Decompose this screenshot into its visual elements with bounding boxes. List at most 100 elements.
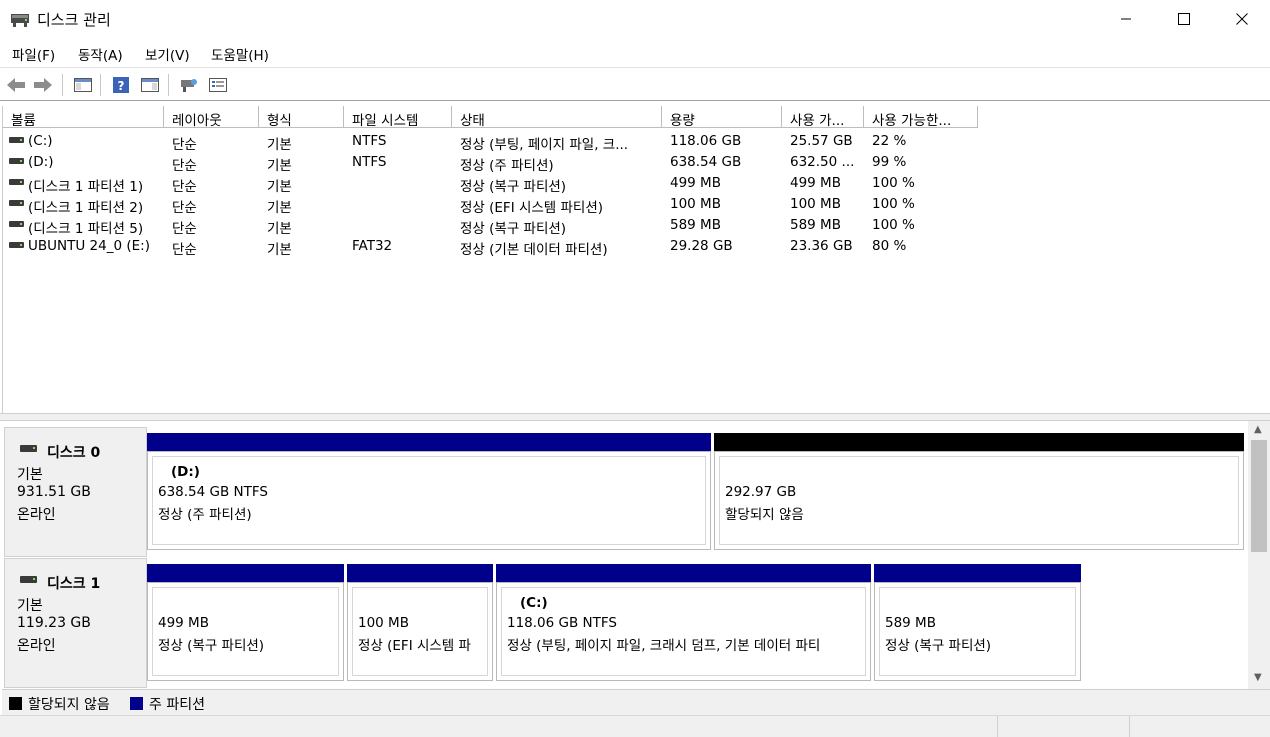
- partition-unallocated[interactable]: 292.97 GB 할당되지 않음: [714, 433, 1244, 550]
- help-button[interactable]: ?: [110, 74, 132, 96]
- disk-1-label[interactable]: 디스크 1 기본 119.23 GB 온라인: [4, 558, 147, 688]
- partition-status: 정상 (복구 파티션): [158, 638, 265, 654]
- partition-bar: [147, 564, 344, 582]
- volume-free-space: 499 MB: [790, 175, 841, 191]
- partition-size: 589 MB: [885, 615, 936, 631]
- drive-icon: [9, 221, 24, 227]
- disk-name: 디스크 1: [47, 576, 101, 592]
- partition-bar: [347, 564, 493, 582]
- legend-swatch-unallocated: [9, 697, 22, 710]
- status-segment: [1129, 716, 1270, 737]
- volume-layout: 단순: [172, 137, 197, 153]
- partition-c[interactable]: (C:) 118.06 GB NTFS 정상 (부팅, 페이지 파일, 크래시 …: [496, 564, 871, 681]
- volume-row[interactable]: (디스크 1 파티션 1) 단순 기본 정상 (복구 파티션) 499 MB 4…: [3, 173, 1270, 195]
- menu-action[interactable]: 동작(A): [78, 44, 123, 64]
- volume-layout: 단순: [172, 242, 197, 258]
- partition-body: (D:) 638.54 GB NTFS 정상 (주 파티션): [147, 451, 711, 550]
- column-header-free-space[interactable]: 사용 가...: [782, 106, 864, 128]
- volume-status: 정상 (복구 파티션): [460, 221, 567, 237]
- volume-capacity: 100 MB: [670, 196, 721, 212]
- volume-type: 기본: [267, 179, 292, 195]
- volume-row[interactable]: (C:) 단순 기본 NTFS 정상 (부팅, 페이지 파일, 크... 118…: [3, 131, 1270, 153]
- toolbar-separator: [62, 74, 63, 96]
- help-icon: ?: [113, 77, 129, 93]
- column-header-volume[interactable]: 볼륨: [3, 106, 164, 128]
- properties-button[interactable]: [207, 74, 229, 96]
- volume-filesystem: NTFS: [352, 154, 387, 170]
- volume-free-space: 632.50 ...: [790, 154, 855, 170]
- column-header-type[interactable]: 형식: [259, 106, 344, 128]
- volume-type: 기본: [267, 200, 292, 216]
- scroll-up-icon[interactable]: ▲: [1254, 424, 1262, 435]
- partition-inner: (C:) 118.06 GB NTFS 정상 (부팅, 페이지 파일, 크래시 …: [501, 587, 866, 676]
- scroll-thumb[interactable]: [1251, 440, 1267, 552]
- maximize-button[interactable]: [1155, 0, 1213, 38]
- partition-body: 589 MB 정상 (복구 파티션): [874, 582, 1081, 681]
- volume-type: 기본: [267, 221, 292, 237]
- back-icon: [7, 78, 25, 92]
- volume-name: (디스크 1 파티션 1): [28, 179, 144, 195]
- status-segment: [997, 716, 1129, 737]
- disk-size: 931.51 GB: [17, 484, 91, 500]
- forward-button[interactable]: [32, 74, 54, 96]
- partition-d[interactable]: (D:) 638.54 GB NTFS 정상 (주 파티션): [147, 433, 711, 550]
- partition-inner: 292.97 GB 할당되지 않음: [719, 456, 1239, 545]
- menu-view[interactable]: 보기(V): [145, 44, 190, 64]
- connect-icon: [181, 79, 197, 92]
- connect-button[interactable]: [178, 74, 200, 96]
- partition-status: 할당되지 않음: [725, 507, 804, 523]
- partition-recovery-5[interactable]: 589 MB 정상 (복구 파티션): [874, 564, 1081, 681]
- disk-management-icon: [10, 11, 30, 28]
- volume-name: (디스크 1 파티션 5): [28, 221, 144, 237]
- volume-type: 기본: [267, 137, 292, 153]
- console-tree-button[interactable]: [72, 74, 94, 96]
- minimize-button[interactable]: [1097, 0, 1155, 38]
- properties-icon: [209, 78, 227, 92]
- column-header-filesystem[interactable]: 파일 시스템: [344, 106, 452, 128]
- column-header-percent-free[interactable]: 사용 가능한...: [864, 106, 978, 128]
- legend-swatch-primary: [130, 697, 143, 710]
- title-bar: 디스크 관리: [0, 0, 1270, 38]
- partition-inner: (D:) 638.54 GB NTFS 정상 (주 파티션): [152, 456, 706, 545]
- volume-name: (C:): [28, 133, 53, 149]
- svg-text:?: ?: [118, 79, 125, 93]
- partition-name: (C:): [520, 595, 548, 611]
- partition-recovery-1[interactable]: 499 MB 정상 (복구 파티션): [147, 564, 344, 681]
- partition-efi[interactable]: 100 MB 정상 (EFI 시스템 파: [347, 564, 493, 681]
- column-header-layout[interactable]: 레이아웃: [164, 106, 259, 128]
- partition-status: 정상 (복구 파티션): [885, 638, 992, 654]
- graph-view-scrollbar[interactable]: ▲ ▼: [1248, 421, 1270, 689]
- partition-inner: 589 MB 정상 (복구 파티션): [879, 587, 1076, 676]
- column-header-status[interactable]: 상태: [452, 106, 662, 128]
- disk-type: 기본: [17, 467, 43, 483]
- volume-status: 정상 (EFI 시스템 파티션): [460, 200, 604, 216]
- column-header-capacity[interactable]: 용량: [662, 106, 782, 128]
- menu-file[interactable]: 파일(F): [12, 44, 55, 64]
- volume-status: 정상 (복구 파티션): [460, 179, 567, 195]
- drive-icon: [9, 200, 24, 206]
- disk-0-label[interactable]: 디스크 0 기본 931.51 GB 온라인: [4, 427, 147, 557]
- volume-capacity: 29.28 GB: [670, 238, 733, 254]
- partition-bar: [147, 433, 711, 451]
- back-button[interactable]: [5, 74, 27, 96]
- menu-help[interactable]: 도움말(H): [211, 44, 269, 64]
- volume-filesystem: FAT32: [352, 238, 393, 254]
- minimize-icon: [1121, 18, 1131, 20]
- volume-percent-free: 80 %: [872, 238, 907, 254]
- volume-percent-free: 100 %: [872, 175, 915, 191]
- partition-bar: [874, 564, 1081, 582]
- close-button[interactable]: [1213, 0, 1270, 38]
- volume-row[interactable]: (디스크 1 파티션 2) 단순 기본 정상 (EFI 시스템 파티션) 100…: [3, 194, 1270, 216]
- volume-type: 기본: [267, 242, 292, 258]
- volume-layout: 단순: [172, 158, 197, 174]
- pane-splitter[interactable]: [0, 413, 1270, 421]
- volume-row[interactable]: (디스크 1 파티션 5) 단순 기본 정상 (복구 파티션) 589 MB 5…: [3, 215, 1270, 237]
- volume-row[interactable]: (D:) 단순 기본 NTFS 정상 (주 파티션) 638.54 GB 632…: [3, 152, 1270, 174]
- toolbar: ?: [0, 67, 1270, 101]
- volume-row[interactable]: UBUNTU 24_0 (E:) 단순 기본 FAT32 정상 (기본 데이터 …: [3, 236, 1270, 258]
- partition-body: 292.97 GB 할당되지 않음: [714, 451, 1244, 550]
- scroll-down-icon[interactable]: ▼: [1254, 672, 1262, 683]
- action-pane-button[interactable]: [139, 74, 161, 96]
- volume-list-header: 볼륨 레이아웃 형식 파일 시스템 상태 용량 사용 가... 사용 가능한..…: [3, 106, 1270, 128]
- volume-name: UBUNTU 24_0 (E:): [28, 238, 150, 254]
